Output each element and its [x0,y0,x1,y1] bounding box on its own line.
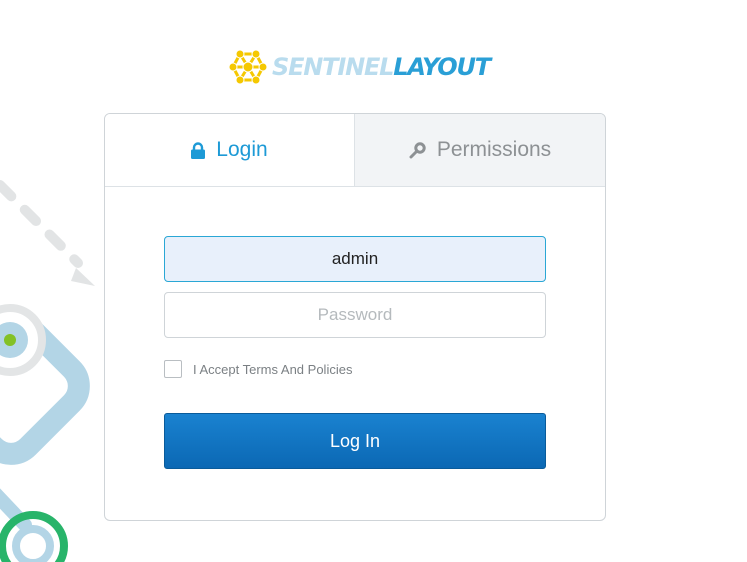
lock-icon [191,141,206,159]
tab-login[interactable]: Login [105,114,355,186]
terms-checkbox-row[interactable]: I Accept Terms And Policies [164,360,352,378]
brand-name-part2: LAYOUT [393,53,491,81]
terms-checkbox[interactable] [164,360,182,378]
brand-logo: SENTINELLAYOUT [228,47,491,87]
login-card: Login Permissions I Accept Terms And Pol… [104,113,606,521]
brand-name-part1: SENTINEL [272,53,394,81]
hexagon-network-icon [228,49,268,85]
tab-login-label: Login [216,138,268,161]
terms-label: I Accept Terms And Policies [193,361,353,377]
tab-permissions[interactable]: Permissions [355,114,605,186]
background-decoration [0,180,95,562]
brand-name: SENTINELLAYOUT [272,53,491,81]
username-input[interactable] [164,236,546,282]
login-button[interactable]: Log In [164,413,546,469]
tab-permissions-label: Permissions [436,138,552,161]
key-icon [409,141,426,159]
password-input[interactable] [164,292,546,338]
tab-bar: Login Permissions [105,114,605,187]
